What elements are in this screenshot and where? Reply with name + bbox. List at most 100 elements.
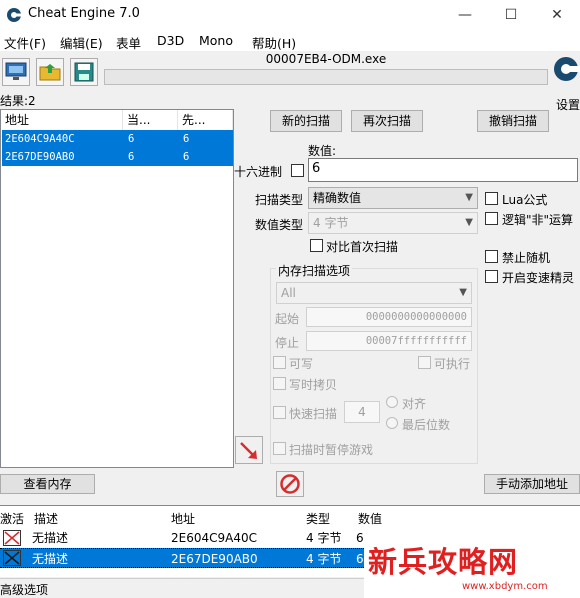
- logic-not-label: 逻辑"非"运算: [502, 213, 574, 227]
- row-address: 2E67DE90AB0: [171, 552, 258, 566]
- compare-first-checkbox[interactable]: [310, 239, 323, 252]
- start-label: 起始: [275, 312, 300, 326]
- menu-mono[interactable]: Mono: [199, 33, 233, 48]
- active-checkbox[interactable]: [3, 530, 21, 546]
- cross-icon: [4, 551, 20, 565]
- memory-region-value: All: [281, 286, 296, 300]
- advanced-options-link[interactable]: 高级选项: [0, 581, 48, 598]
- fast-scan-checkbox[interactable]: [273, 406, 286, 419]
- start-address-input[interactable]: 0000000000000000: [306, 307, 472, 327]
- cross-icon: [4, 531, 20, 545]
- value-type-label: 数值类型: [255, 218, 304, 232]
- menu-bar: 文件(F) 编辑(E) 表单 D3D Mono 帮助(H): [0, 30, 580, 51]
- aligned-radio[interactable]: [386, 396, 398, 408]
- column-value[interactable]: 数值: [358, 510, 382, 527]
- row-address: 2E604C9A40C: [171, 531, 257, 545]
- menu-table[interactable]: 表单: [116, 33, 141, 52]
- scan-type-select[interactable]: 精确数值 ▼: [308, 187, 478, 209]
- hex-checkbox[interactable]: [291, 164, 304, 177]
- chevron-down-icon: ▼: [465, 217, 473, 228]
- stop-label: 停止: [275, 336, 300, 350]
- row-value: 6: [356, 531, 364, 545]
- new-scan-button[interactable]: 新的扫描: [270, 110, 342, 132]
- watermark: 新兵攻略网 www.xbdym.com: [364, 537, 580, 598]
- next-scan-button[interactable]: 再次扫描: [351, 110, 423, 132]
- table-row[interactable]: 无描述 2E604C9A40C 4 字节 6: [0, 528, 364, 548]
- memory-region-select[interactable]: All ▼: [276, 282, 472, 304]
- result-address: 2E67DE90AB0: [5, 151, 75, 163]
- column-active[interactable]: 激活: [0, 510, 24, 527]
- scan-type-value: 精确数值: [313, 191, 362, 205]
- save-table-button[interactable]: [70, 58, 98, 86]
- menu-d3d[interactable]: D3D: [157, 33, 184, 48]
- title-bar: Cheat Engine 7.0 — ☐ ✕: [0, 0, 580, 30]
- fast-scan-value-input[interactable]: 4: [344, 401, 380, 423]
- row-value: 6: [356, 552, 364, 566]
- result-current: 6: [128, 133, 135, 145]
- results-count: 结果:2: [0, 94, 36, 108]
- executable-label: 可执行: [434, 357, 471, 371]
- result-address: 2E604C9A40C: [5, 133, 75, 145]
- minimize-button[interactable]: —: [442, 0, 488, 30]
- folder-open-icon: [39, 64, 61, 81]
- close-button[interactable]: ✕: [534, 0, 580, 30]
- row-type: 4 字节: [306, 552, 342, 566]
- column-address[interactable]: 地址: [171, 510, 195, 527]
- compare-first-label: 对比首次扫描: [326, 240, 399, 254]
- results-list[interactable]: 地址 当... 先... 2E604C9A40C 6 6 2E67DE90AB0…: [0, 109, 234, 468]
- settings-label[interactable]: 设置: [556, 96, 580, 113]
- logic-not-checkbox[interactable]: [485, 212, 498, 225]
- lua-formula-checkbox[interactable]: [485, 192, 498, 205]
- writable-label: 可写: [289, 357, 314, 371]
- watermark-url: www.xbdym.com: [462, 581, 548, 592]
- column-description[interactable]: 描述: [34, 510, 58, 527]
- value-type-value: 4 字节: [313, 216, 349, 230]
- open-table-button[interactable]: [36, 58, 64, 86]
- undo-scan-button[interactable]: 撤销扫描: [477, 110, 549, 132]
- result-previous: 6: [183, 133, 190, 145]
- column-address[interactable]: 地址: [1, 110, 123, 130]
- view-memory-button[interactable]: 查看内存: [0, 474, 95, 494]
- no-entry-icon: [280, 474, 300, 494]
- result-row[interactable]: 2E67DE90AB0 6 6: [2, 148, 233, 166]
- value-input[interactable]: 6: [308, 158, 578, 182]
- add-address-manually-button[interactable]: 手动添加地址: [484, 474, 580, 494]
- process-name: 00007EB4-ODM.exe: [265, 52, 387, 66]
- pause-game-checkbox[interactable]: [273, 442, 286, 455]
- column-current[interactable]: 当...: [123, 110, 178, 130]
- value-type-select[interactable]: 4 字节 ▼: [308, 212, 478, 234]
- maximize-button[interactable]: ☐: [488, 0, 534, 30]
- copy-on-write-checkbox[interactable]: [273, 377, 286, 390]
- cheat-engine-logo-icon: [7, 8, 21, 22]
- aligned-label: 对齐: [402, 397, 427, 411]
- stop-address-input[interactable]: 00007fffffffffff: [306, 331, 472, 351]
- menu-edit[interactable]: 编辑(E): [60, 33, 103, 52]
- writable-checkbox[interactable]: [273, 356, 286, 369]
- speedhack-checkbox[interactable]: [485, 270, 498, 283]
- watermark-text: 新兵攻略网: [368, 545, 519, 579]
- menu-file[interactable]: 文件(F): [4, 33, 46, 52]
- fast-scan-label: 快速扫描: [289, 407, 338, 421]
- last-digits-radio[interactable]: [386, 417, 398, 429]
- row-type: 4 字节: [306, 531, 342, 545]
- add-to-list-button[interactable]: [235, 436, 263, 464]
- speedhack-label: 开启变速精灵: [502, 271, 575, 285]
- arrow-down-right-icon: [240, 442, 257, 459]
- scan-type-label: 扫描类型: [255, 193, 304, 207]
- table-row[interactable]: 无描述 2E67DE90AB0 4 字节 6: [0, 548, 364, 568]
- executable-checkbox[interactable]: [418, 356, 431, 369]
- value-label: 数值:: [308, 144, 337, 158]
- menu-help[interactable]: 帮助(H): [252, 33, 296, 52]
- result-row[interactable]: 2E604C9A40C 6 6: [2, 130, 233, 148]
- hex-label: 十六进制: [234, 165, 283, 179]
- active-checkbox[interactable]: [3, 550, 21, 566]
- last-digits-label: 最后位数: [402, 418, 451, 432]
- column-type[interactable]: 类型: [306, 510, 330, 527]
- lua-formula-label: Lua公式: [502, 193, 548, 207]
- disable-random-checkbox[interactable]: [485, 250, 498, 263]
- column-previous[interactable]: 先...: [178, 110, 233, 130]
- chevron-down-icon: ▼: [465, 192, 473, 203]
- settings-logo-icon[interactable]: [552, 54, 580, 84]
- open-process-button[interactable]: [2, 58, 30, 86]
- clear-list-button[interactable]: [276, 471, 304, 497]
